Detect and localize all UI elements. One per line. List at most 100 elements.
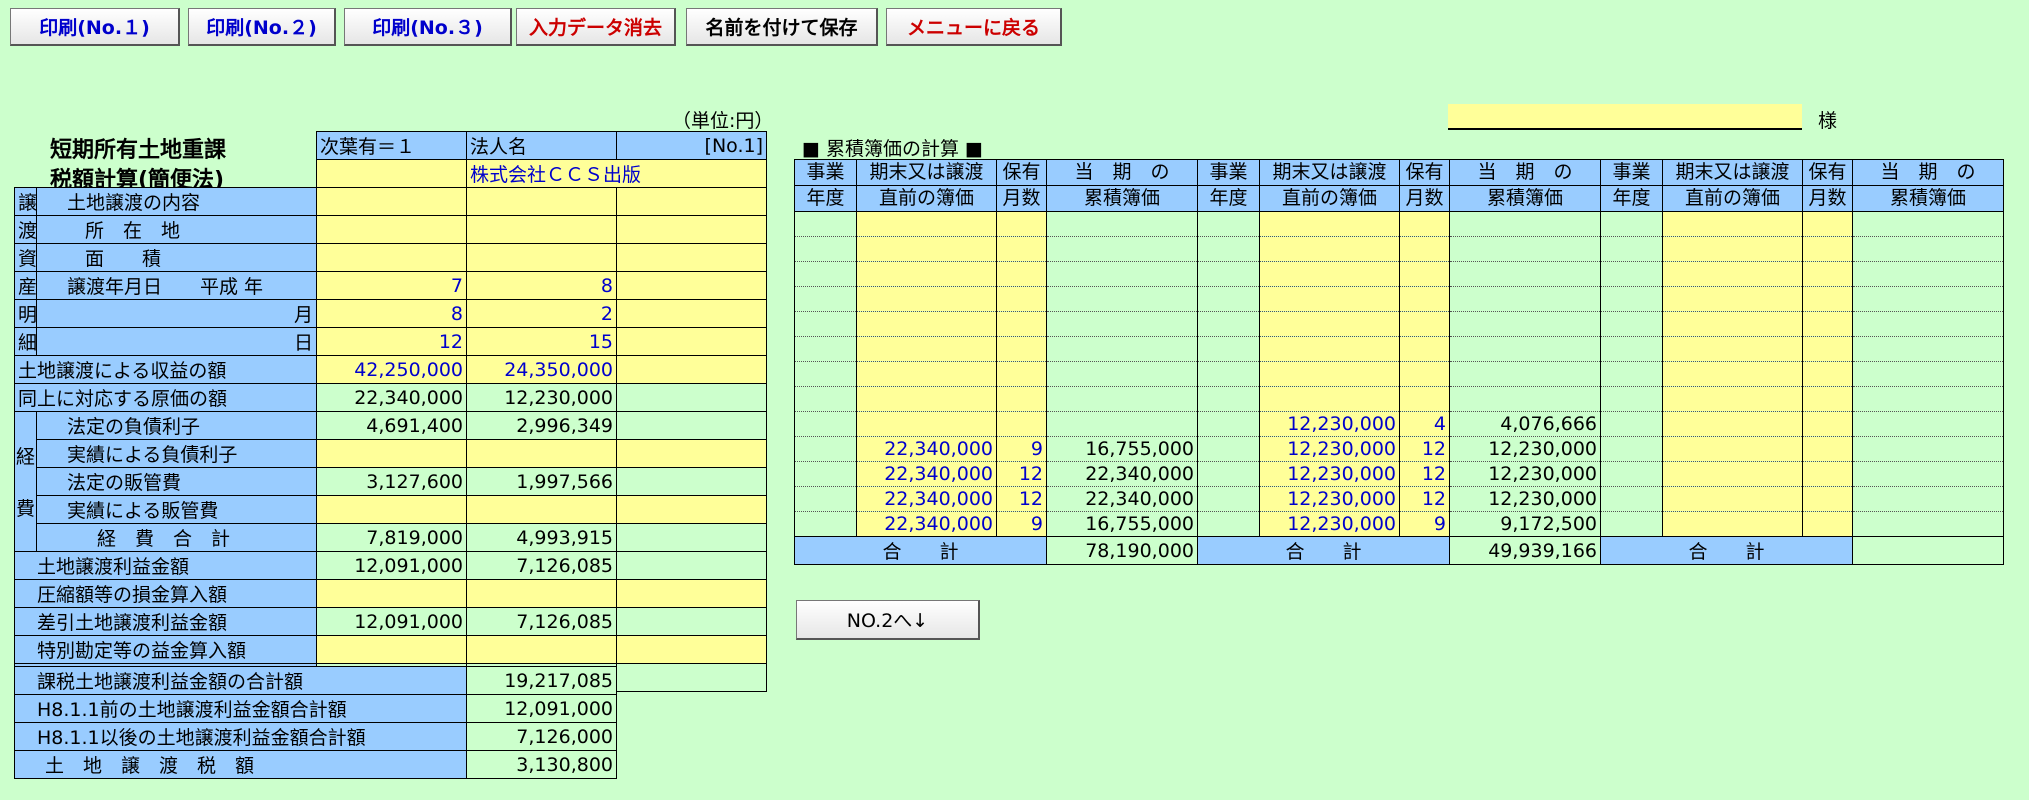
accum-cell[interactable] bbox=[1802, 261, 1853, 287]
accum-cell[interactable] bbox=[1802, 461, 1853, 487]
corp-name-field[interactable]: 株式会社ＣＣＳ出版 bbox=[466, 159, 767, 188]
accum-cell[interactable] bbox=[1662, 286, 1803, 312]
accum-cell[interactable] bbox=[1259, 336, 1400, 362]
accum-cell[interactable] bbox=[856, 336, 997, 362]
accum-cell[interactable]: 12,230,000 bbox=[1259, 436, 1400, 462]
clear-input-button[interactable]: 入力データ消去 bbox=[516, 8, 676, 46]
next-page-flag-field[interactable] bbox=[316, 159, 467, 188]
accum-cell[interactable] bbox=[1802, 361, 1853, 387]
accum-cell[interactable] bbox=[996, 411, 1047, 437]
value-cell[interactable] bbox=[316, 579, 467, 608]
value-cell[interactable] bbox=[616, 271, 767, 300]
value-cell[interactable] bbox=[316, 187, 467, 216]
value-cell[interactable] bbox=[466, 439, 617, 468]
value-cell[interactable] bbox=[616, 187, 767, 216]
accum-cell[interactable] bbox=[1662, 486, 1803, 512]
accum-cell[interactable] bbox=[1802, 436, 1853, 462]
accum-cell[interactable] bbox=[1802, 286, 1853, 312]
value-cell[interactable]: 8 bbox=[316, 299, 467, 328]
value-cell[interactable] bbox=[466, 243, 617, 272]
value-cell[interactable] bbox=[616, 439, 767, 468]
accum-cell[interactable] bbox=[1259, 386, 1400, 412]
value-cell[interactable] bbox=[616, 215, 767, 244]
accum-cell[interactable] bbox=[856, 411, 997, 437]
value-cell[interactable] bbox=[466, 187, 617, 216]
value-cell[interactable] bbox=[466, 215, 617, 244]
accum-cell[interactable]: 22,340,000 bbox=[856, 486, 997, 512]
value-cell[interactable] bbox=[616, 243, 767, 272]
accum-cell[interactable] bbox=[1802, 211, 1853, 237]
value-cell[interactable]: 12 bbox=[316, 327, 467, 356]
accum-cell[interactable] bbox=[1662, 386, 1803, 412]
accum-cell[interactable] bbox=[996, 386, 1047, 412]
value-cell[interactable] bbox=[616, 579, 767, 608]
value-cell[interactable] bbox=[466, 635, 617, 664]
accum-cell[interactable] bbox=[1662, 461, 1803, 487]
value-cell[interactable]: 2 bbox=[466, 299, 617, 328]
accum-cell[interactable] bbox=[996, 336, 1047, 362]
accum-cell[interactable] bbox=[996, 286, 1047, 312]
value-cell[interactable] bbox=[466, 495, 617, 524]
accum-cell[interactable] bbox=[1662, 361, 1803, 387]
accum-cell[interactable] bbox=[1662, 436, 1803, 462]
value-cell[interactable] bbox=[316, 635, 467, 664]
accum-cell[interactable] bbox=[996, 361, 1047, 387]
value-cell[interactable] bbox=[316, 439, 467, 468]
value-cell[interactable]: 8 bbox=[466, 271, 617, 300]
accum-cell[interactable]: 9 bbox=[1399, 511, 1450, 537]
value-cell[interactable] bbox=[616, 635, 767, 664]
accum-cell[interactable] bbox=[996, 261, 1047, 287]
accum-cell[interactable] bbox=[1662, 211, 1803, 237]
accum-cell[interactable] bbox=[996, 236, 1047, 262]
accum-cell[interactable]: 12 bbox=[1399, 436, 1450, 462]
accum-cell[interactable]: 12 bbox=[1399, 486, 1450, 512]
accum-cell[interactable]: 22,340,000 bbox=[856, 461, 997, 487]
accum-cell[interactable] bbox=[1802, 311, 1853, 337]
print-no3-button[interactable]: 印刷(No.３) bbox=[344, 8, 512, 46]
accum-cell[interactable]: 22,340,000 bbox=[856, 511, 997, 537]
accum-cell[interactable] bbox=[1399, 361, 1450, 387]
value-cell[interactable]: 15 bbox=[466, 327, 617, 356]
accum-cell[interactable] bbox=[1802, 411, 1853, 437]
accum-cell[interactable]: 9 bbox=[996, 511, 1047, 537]
accum-cell[interactable] bbox=[1662, 336, 1803, 362]
accum-cell[interactable] bbox=[856, 261, 997, 287]
accum-cell[interactable] bbox=[1259, 211, 1400, 237]
accum-cell[interactable] bbox=[1802, 386, 1853, 412]
customer-name-field[interactable] bbox=[1448, 104, 1802, 130]
back-to-menu-button[interactable]: メニューに戻る bbox=[886, 8, 1062, 46]
accum-cell[interactable] bbox=[856, 386, 997, 412]
value-cell[interactable]: 7 bbox=[316, 271, 467, 300]
accum-cell[interactable] bbox=[1259, 361, 1400, 387]
accum-cell[interactable] bbox=[1662, 261, 1803, 287]
accum-cell[interactable] bbox=[1399, 311, 1450, 337]
accum-cell[interactable] bbox=[856, 286, 997, 312]
accum-cell[interactable] bbox=[856, 211, 997, 237]
value-cell[interactable] bbox=[616, 299, 767, 328]
accum-cell[interactable]: 12,230,000 bbox=[1259, 486, 1400, 512]
accum-cell[interactable] bbox=[1259, 286, 1400, 312]
print-no2-button[interactable]: 印刷(No.２) bbox=[188, 8, 336, 46]
accum-cell[interactable] bbox=[1259, 261, 1400, 287]
accum-cell[interactable]: 9 bbox=[996, 436, 1047, 462]
accum-cell[interactable] bbox=[1802, 236, 1853, 262]
accum-cell[interactable]: 12,230,000 bbox=[1259, 511, 1400, 537]
accum-cell[interactable] bbox=[856, 361, 997, 387]
accum-cell[interactable] bbox=[1399, 211, 1450, 237]
accum-cell[interactable] bbox=[856, 236, 997, 262]
accum-cell[interactable] bbox=[1802, 486, 1853, 512]
accum-cell[interactable] bbox=[1662, 311, 1803, 337]
next-page-button[interactable]: NO.2へ↓ bbox=[796, 600, 980, 640]
value-cell[interactable] bbox=[316, 495, 467, 524]
value-cell[interactable]: 42,250,000 bbox=[316, 355, 467, 384]
accum-cell[interactable] bbox=[1802, 336, 1853, 362]
accum-cell[interactable] bbox=[1259, 236, 1400, 262]
print-no1-button[interactable]: 印刷(No.１) bbox=[10, 8, 180, 46]
accum-cell[interactable] bbox=[996, 211, 1047, 237]
accum-cell[interactable]: 12 bbox=[996, 461, 1047, 487]
accum-cell[interactable] bbox=[1662, 236, 1803, 262]
value-cell[interactable] bbox=[466, 579, 617, 608]
value-cell[interactable] bbox=[316, 243, 467, 272]
accum-cell[interactable] bbox=[1399, 236, 1450, 262]
accum-cell[interactable]: 12,230,000 bbox=[1259, 461, 1400, 487]
